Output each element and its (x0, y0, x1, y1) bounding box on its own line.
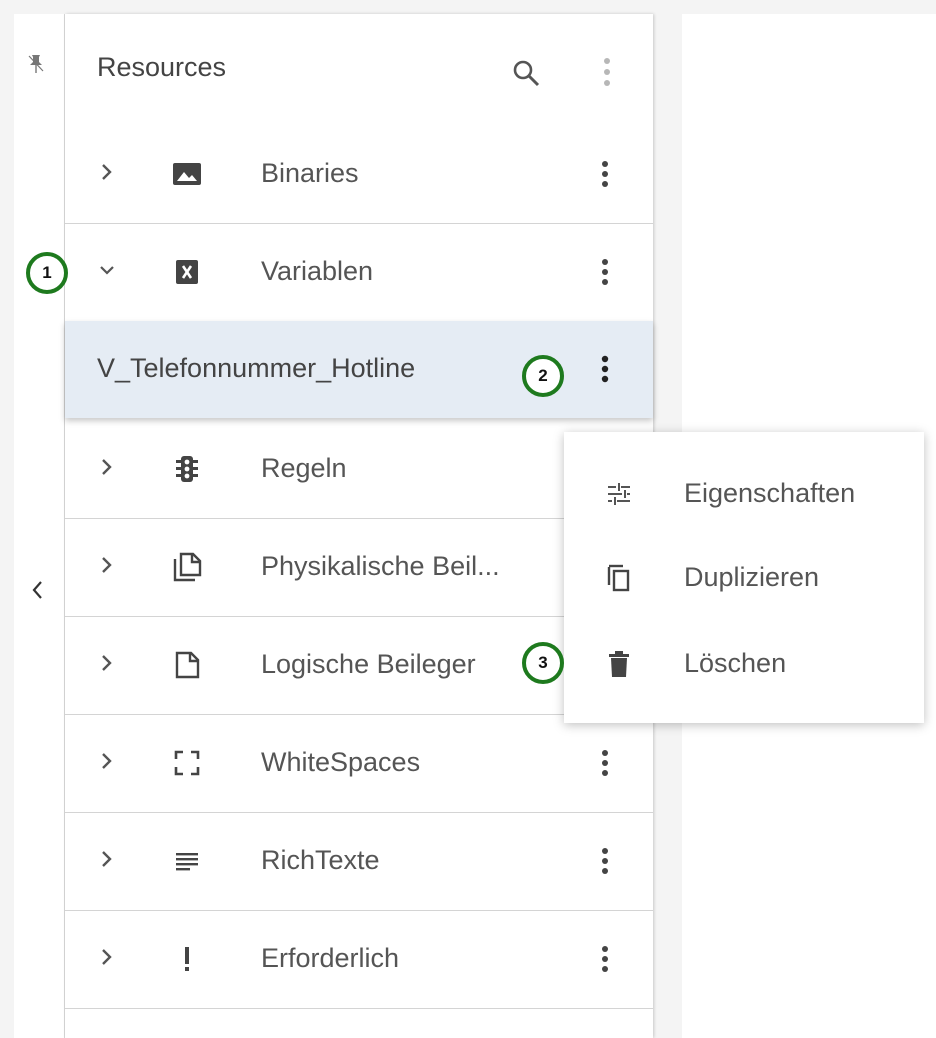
tree-item-label: Erforderlich (261, 943, 400, 973)
kebab-menu-icon[interactable] (593, 843, 617, 879)
tree-child-selected[interactable]: V_Telefonnummer_Hotline (65, 321, 653, 418)
chevron-down-icon[interactable] (97, 256, 117, 284)
chevron-right-icon[interactable] (97, 747, 117, 775)
menu-item-duplizieren[interactable]: Duplizieren (564, 538, 924, 618)
tree-item-whitespaces[interactable]: WhiteSpaces (65, 715, 653, 813)
callout-2: 2 (522, 355, 564, 397)
kebab-menu-icon[interactable] (597, 54, 617, 90)
chevron-right-icon[interactable] (97, 551, 117, 579)
traffic-light-icon (176, 456, 198, 482)
chevron-right-icon[interactable] (97, 453, 117, 481)
chevron-right-icon[interactable] (97, 158, 117, 186)
tree-item-variablen[interactable]: Variablen (65, 224, 653, 322)
kebab-menu-icon[interactable] (593, 941, 617, 977)
exclamation-icon (185, 947, 189, 971)
panel-title: Resources (97, 52, 227, 82)
chevron-left-icon[interactable] (30, 579, 44, 601)
menu-item-label: Löschen (684, 648, 787, 678)
tree-item-label: Regeln (261, 453, 347, 483)
menu-item-eigenschaften[interactable]: Eigenschaften (564, 454, 924, 534)
kebab-menu-icon[interactable] (593, 351, 617, 387)
menu-item-loeschen[interactable]: Löschen (564, 624, 924, 704)
tree-item-binaries[interactable]: Binaries (65, 126, 653, 224)
frame-corners-icon (174, 750, 200, 776)
tree-item-label: RichTexte (261, 845, 380, 875)
tree-item-label: Binaries (261, 158, 359, 188)
tree-item-richtexte[interactable]: RichTexte (65, 813, 653, 911)
pin-icon[interactable] (28, 54, 44, 74)
kebab-menu-icon[interactable] (593, 156, 617, 192)
kebab-menu-icon[interactable] (593, 745, 617, 781)
chevron-right-icon[interactable] (97, 845, 117, 873)
sliders-icon (608, 483, 630, 505)
variable-icon (176, 260, 198, 284)
context-menu: Eigenschaften Duplizieren Löschen (564, 432, 924, 723)
tree-child-label: V_Telefonnummer_Hotline (97, 353, 416, 383)
tree-item-erforderlich[interactable]: Erforderlich (65, 911, 653, 1009)
kebab-menu-icon[interactable] (593, 254, 617, 290)
copy-pages-icon (173, 552, 202, 582)
callout-1: 1 (26, 252, 68, 294)
side-rail (14, 14, 65, 1038)
chevron-right-icon[interactable] (97, 649, 117, 677)
page-icon (175, 651, 200, 679)
tree-item-label: WhiteSpaces (261, 747, 421, 777)
menu-item-label: Eigenschaften (684, 478, 856, 508)
menu-item-label: Duplizieren (684, 562, 820, 592)
tree-item-label: Variablen (261, 256, 374, 286)
trash-icon (609, 651, 629, 677)
tree-item-label: Physikalische Beil... (261, 551, 500, 581)
duplicate-icon (607, 564, 630, 592)
search-icon[interactable] (511, 58, 541, 88)
panel-header: Resources (65, 14, 653, 129)
image-icon (173, 163, 201, 185)
text-lines-icon (176, 853, 198, 871)
tree-item-label: Logische Beileger (261, 649, 476, 679)
callout-3: 3 (522, 642, 564, 684)
chevron-right-icon[interactable] (97, 943, 117, 971)
